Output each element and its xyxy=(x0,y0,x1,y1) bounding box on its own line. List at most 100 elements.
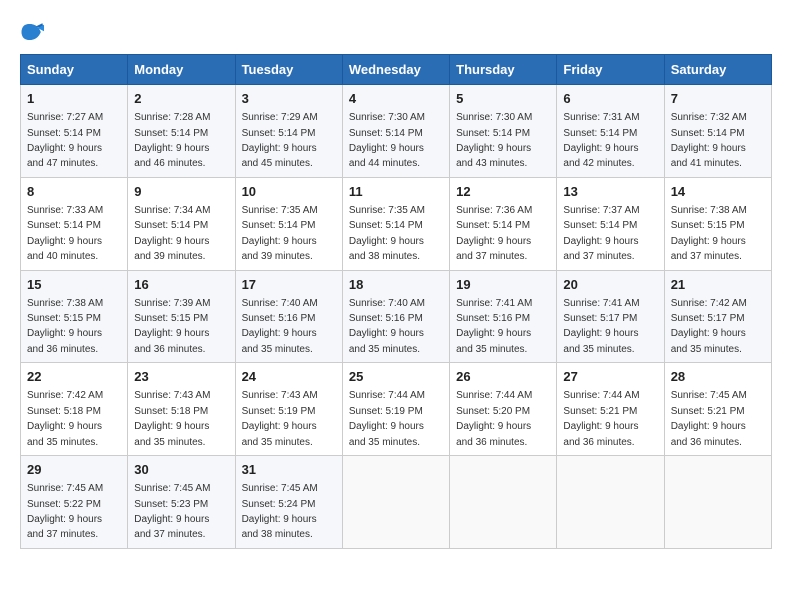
calendar-cell xyxy=(450,456,557,549)
calendar-row: 1Sunrise: 7:27 AMSunset: 5:14 PMDaylight… xyxy=(21,85,772,178)
day-number: 28 xyxy=(671,368,765,386)
day-number: 13 xyxy=(563,183,657,201)
day-detail: Sunrise: 7:45 AMSunset: 5:22 PMDaylight:… xyxy=(27,483,103,540)
col-header-saturday: Saturday xyxy=(664,55,771,85)
day-number: 5 xyxy=(456,90,550,108)
header-row: SundayMondayTuesdayWednesdayThursdayFrid… xyxy=(21,55,772,85)
calendar-cell xyxy=(557,456,664,549)
day-detail: Sunrise: 7:28 AMSunset: 5:14 PMDaylight:… xyxy=(134,112,210,169)
calendar-cell: 2 Sunrise: 7:28 AMSunset: 5:14 PMDaylight… xyxy=(128,85,235,178)
calendar-cell xyxy=(664,456,771,549)
day-number: 3 xyxy=(242,90,336,108)
day-detail: Sunrise: 7:45 AMSunset: 5:23 PMDaylight:… xyxy=(134,483,210,540)
col-header-thursday: Thursday xyxy=(450,55,557,85)
calendar-cell: 21 Sunrise: 7:42 AMSunset: 5:17 PMDayligh… xyxy=(664,270,771,363)
col-header-sunday: Sunday xyxy=(21,55,128,85)
col-header-friday: Friday xyxy=(557,55,664,85)
day-detail: Sunrise: 7:42 AMSunset: 5:17 PMDaylight:… xyxy=(671,298,747,355)
calendar-cell xyxy=(342,456,449,549)
calendar-cell: 31 Sunrise: 7:45 AMSunset: 5:24 PMDayligh… xyxy=(235,456,342,549)
calendar-cell: 25Sunrise: 7:44 AMSunset: 5:19 PMDayligh… xyxy=(342,363,449,456)
day-number: 18 xyxy=(349,276,443,294)
col-header-monday: Monday xyxy=(128,55,235,85)
calendar-cell: 26 Sunrise: 7:44 AMSunset: 5:20 PMDayligh… xyxy=(450,363,557,456)
day-detail: Sunrise: 7:34 AMSunset: 5:14 PMDaylight:… xyxy=(134,205,210,262)
day-detail: Sunrise: 7:41 AMSunset: 5:17 PMDaylight:… xyxy=(563,298,639,355)
calendar-cell: 10 Sunrise: 7:35 AMSunset: 5:14 PMDayligh… xyxy=(235,177,342,270)
day-number: 21 xyxy=(671,276,765,294)
calendar-cell: 28 Sunrise: 7:45 AMSunset: 5:21 PMDayligh… xyxy=(664,363,771,456)
day-number: 11 xyxy=(349,183,443,201)
calendar-cell: 15 Sunrise: 7:38 AMSunset: 5:15 PMDayligh… xyxy=(21,270,128,363)
day-number: 16 xyxy=(134,276,228,294)
day-detail: Sunrise: 7:38 AMSunset: 5:15 PMDaylight:… xyxy=(27,298,103,355)
day-detail: Sunrise: 7:41 AMSunset: 5:16 PMDaylight:… xyxy=(456,298,532,355)
calendar-cell: 5 Sunrise: 7:30 AMSunset: 5:14 PMDaylight… xyxy=(450,85,557,178)
day-number: 1 xyxy=(27,90,121,108)
day-number: 23 xyxy=(134,368,228,386)
day-detail: Sunrise: 7:44 AMSunset: 5:20 PMDaylight:… xyxy=(456,390,532,447)
day-detail: Sunrise: 7:42 AMSunset: 5:18 PMDaylight:… xyxy=(27,390,103,447)
day-number: 2 xyxy=(134,90,228,108)
day-number: 6 xyxy=(563,90,657,108)
day-number: 12 xyxy=(456,183,550,201)
calendar-cell: 17 Sunrise: 7:40 AMSunset: 5:16 PMDayligh… xyxy=(235,270,342,363)
day-detail: Sunrise: 7:37 AMSunset: 5:14 PMDaylight:… xyxy=(563,205,639,262)
calendar-table: SundayMondayTuesdayWednesdayThursdayFrid… xyxy=(20,54,772,549)
day-number: 8 xyxy=(27,183,121,201)
calendar-cell: 18 Sunrise: 7:40 AMSunset: 5:16 PMDayligh… xyxy=(342,270,449,363)
calendar-cell: 16Sunrise: 7:39 AMSunset: 5:15 PMDayligh… xyxy=(128,270,235,363)
calendar-cell: 23 Sunrise: 7:43 AMSunset: 5:18 PMDayligh… xyxy=(128,363,235,456)
day-number: 31 xyxy=(242,461,336,479)
day-detail: Sunrise: 7:45 AMSunset: 5:24 PMDaylight:… xyxy=(242,483,318,540)
day-number: 26 xyxy=(456,368,550,386)
day-number: 15 xyxy=(27,276,121,294)
day-number: 4 xyxy=(349,90,443,108)
calendar-cell: 13 Sunrise: 7:37 AMSunset: 5:14 PMDayligh… xyxy=(557,177,664,270)
day-number: 24 xyxy=(242,368,336,386)
day-detail: Sunrise: 7:44 AMSunset: 5:19 PMDaylight:… xyxy=(349,390,425,447)
calendar-cell: 27Sunrise: 7:44 AMSunset: 5:21 PMDayligh… xyxy=(557,363,664,456)
calendar-row: 8 Sunrise: 7:33 AMSunset: 5:14 PMDaylight… xyxy=(21,177,772,270)
calendar-cell: 1Sunrise: 7:27 AMSunset: 5:14 PMDaylight… xyxy=(21,85,128,178)
day-detail: Sunrise: 7:43 AMSunset: 5:19 PMDaylight:… xyxy=(242,390,318,447)
day-number: 29 xyxy=(27,461,121,479)
day-detail: Sunrise: 7:38 AMSunset: 5:15 PMDaylight:… xyxy=(671,205,747,262)
calendar-cell: 8 Sunrise: 7:33 AMSunset: 5:14 PMDaylight… xyxy=(21,177,128,270)
col-header-tuesday: Tuesday xyxy=(235,55,342,85)
day-number: 27 xyxy=(563,368,657,386)
day-number: 19 xyxy=(456,276,550,294)
day-detail: Sunrise: 7:40 AMSunset: 5:16 PMDaylight:… xyxy=(242,298,318,355)
day-detail: Sunrise: 7:45 AMSunset: 5:21 PMDaylight:… xyxy=(671,390,747,447)
calendar-cell: 29 Sunrise: 7:45 AMSunset: 5:22 PMDayligh… xyxy=(21,456,128,549)
day-number: 7 xyxy=(671,90,765,108)
day-number: 17 xyxy=(242,276,336,294)
day-detail: Sunrise: 7:40 AMSunset: 5:16 PMDaylight:… xyxy=(349,298,425,355)
day-detail: Sunrise: 7:35 AMSunset: 5:14 PMDaylight:… xyxy=(349,205,425,262)
day-number: 14 xyxy=(671,183,765,201)
calendar-cell: 19 Sunrise: 7:41 AMSunset: 5:16 PMDayligh… xyxy=(450,270,557,363)
day-number: 10 xyxy=(242,183,336,201)
day-detail: Sunrise: 7:43 AMSunset: 5:18 PMDaylight:… xyxy=(134,390,210,447)
day-detail: Sunrise: 7:33 AMSunset: 5:14 PMDaylight:… xyxy=(27,205,103,262)
calendar-cell: 9 Sunrise: 7:34 AMSunset: 5:14 PMDaylight… xyxy=(128,177,235,270)
day-number: 9 xyxy=(134,183,228,201)
day-number: 22 xyxy=(27,368,121,386)
calendar-cell: 20Sunrise: 7:41 AMSunset: 5:17 PMDayligh… xyxy=(557,270,664,363)
calendar-cell: 6 Sunrise: 7:31 AMSunset: 5:14 PMDaylight… xyxy=(557,85,664,178)
header xyxy=(20,20,772,44)
calendar-row: 15 Sunrise: 7:38 AMSunset: 5:15 PMDayligh… xyxy=(21,270,772,363)
day-number: 30 xyxy=(134,461,228,479)
day-detail: Sunrise: 7:30 AMSunset: 5:14 PMDaylight:… xyxy=(456,112,532,169)
calendar-cell: 4Sunrise: 7:30 AMSunset: 5:14 PMDaylight… xyxy=(342,85,449,178)
day-detail: Sunrise: 7:36 AMSunset: 5:14 PMDaylight:… xyxy=(456,205,532,262)
day-detail: Sunrise: 7:31 AMSunset: 5:14 PMDaylight:… xyxy=(563,112,639,169)
calendar-row: 22 Sunrise: 7:42 AMSunset: 5:18 PMDayligh… xyxy=(21,363,772,456)
day-detail: Sunrise: 7:32 AMSunset: 5:14 PMDaylight:… xyxy=(671,112,747,169)
day-detail: Sunrise: 7:35 AMSunset: 5:14 PMDaylight:… xyxy=(242,205,318,262)
calendar-cell: 7 Sunrise: 7:32 AMSunset: 5:14 PMDaylight… xyxy=(664,85,771,178)
calendar-cell: 30 Sunrise: 7:45 AMSunset: 5:23 PMDayligh… xyxy=(128,456,235,549)
logo xyxy=(20,20,48,44)
day-detail: Sunrise: 7:29 AMSunset: 5:14 PMDaylight:… xyxy=(242,112,318,169)
logo-icon xyxy=(20,20,44,44)
